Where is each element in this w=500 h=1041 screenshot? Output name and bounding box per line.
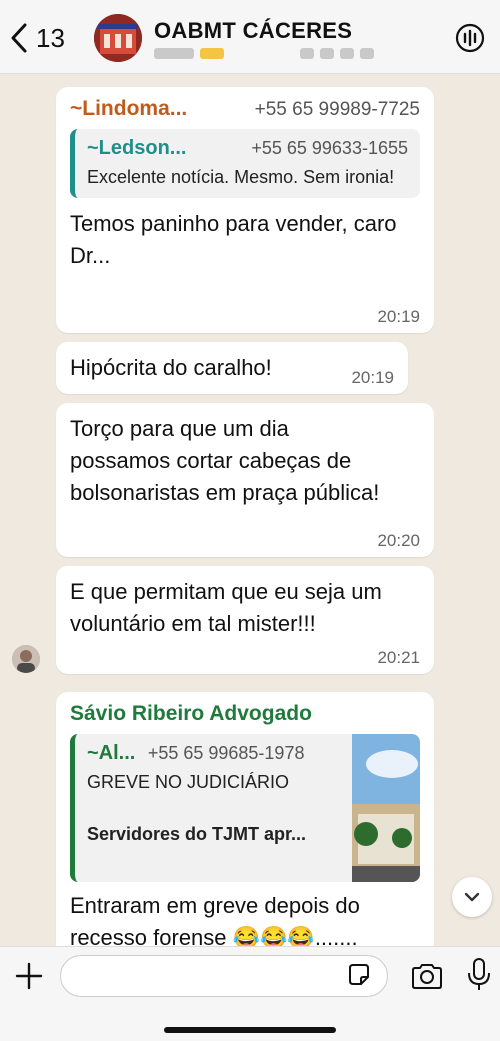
- message-input[interactable]: [60, 955, 388, 997]
- chevron-down-icon: [464, 892, 480, 902]
- message-time: 20:19: [377, 307, 420, 326]
- message-time: 20:20: [377, 531, 420, 550]
- sticker-icon[interactable]: [346, 962, 372, 988]
- microphone-icon[interactable]: [466, 957, 492, 993]
- scroll-down-button[interactable]: [452, 877, 492, 917]
- message-sender[interactable]: ~Lindoma...: [70, 97, 187, 121]
- message-text: Temos paninho para vender, caro Dr...: [70, 211, 397, 268]
- back-button[interactable]: 13: [8, 18, 65, 58]
- quoted-sender-phone: +55 65 99685-1978: [147, 743, 305, 763]
- quoted-thumbnail: [352, 734, 420, 882]
- chat-header: 13 OABMT CÁCERES: [0, 0, 500, 74]
- camera-icon[interactable]: [410, 961, 444, 991]
- quoted-message[interactable]: ~Ledson... +55 65 99633-1655 Excelente n…: [70, 129, 420, 198]
- group-members-redacted: [154, 46, 394, 60]
- message-text: Entraram em greve depois do recesso fore…: [70, 893, 360, 946]
- home-indicator: [164, 1027, 336, 1033]
- sender-avatar[interactable]: [12, 645, 40, 673]
- message-text: E que permitam que eu seja um voluntário…: [70, 579, 382, 636]
- unread-count: 13: [36, 22, 65, 53]
- message-time: 20:19: [351, 368, 394, 387]
- message-sender-phone: +55 65 99989-7725: [254, 99, 420, 120]
- plus-icon[interactable]: [14, 961, 44, 991]
- message-bubble[interactable]: Torço para que um dia possamos cortar ca…: [56, 403, 434, 557]
- message-time: 20:21: [377, 648, 420, 667]
- message-bubble[interactable]: ~Lindoma... +55 65 99989-7725 ~Ledson...…: [56, 87, 434, 333]
- group-name[interactable]: OABMT CÁCERES: [154, 18, 352, 44]
- quoted-message[interactable]: ~Al... +55 65 99685-1978 GREVE NO JUDICI…: [70, 734, 420, 882]
- group-avatar[interactable]: [94, 14, 142, 62]
- group-avatar-image: [94, 14, 142, 62]
- message-bubble[interactable]: Hipócrita do caralho! 20:19: [56, 342, 408, 394]
- quoted-sender: ~Ledson...: [87, 137, 187, 159]
- quoted-sender: ~Al...: [87, 742, 136, 764]
- quoted-text: Servidores do TJMT apr...: [87, 824, 307, 844]
- chevron-left-icon: [11, 23, 27, 53]
- quoted-text: Excelente notícia. Mesmo. Sem ironia!: [87, 167, 395, 187]
- message-bubble[interactable]: E que permitam que eu seja um voluntário…: [56, 566, 434, 674]
- composer: [0, 946, 500, 1041]
- quoted-sender-phone: +55 65 99633-1655: [251, 138, 408, 158]
- message-bubble[interactable]: Sávio Ribeiro Advogado ~Al... +55 65 996…: [56, 692, 434, 946]
- voice-chat-icon[interactable]: [454, 22, 486, 54]
- sender-avatar-image: [12, 645, 40, 673]
- message-text: Hipócrita do caralho!: [70, 355, 272, 380]
- quoted-title: GREVE NO JUDICIÁRIO: [87, 772, 290, 792]
- message-sender[interactable]: Sávio Ribeiro Advogado: [70, 702, 420, 726]
- message-list[interactable]: ~Lindoma... +55 65 99989-7725 ~Ledson...…: [0, 75, 500, 946]
- message-text: Torço para que um dia possamos cortar ca…: [70, 416, 380, 505]
